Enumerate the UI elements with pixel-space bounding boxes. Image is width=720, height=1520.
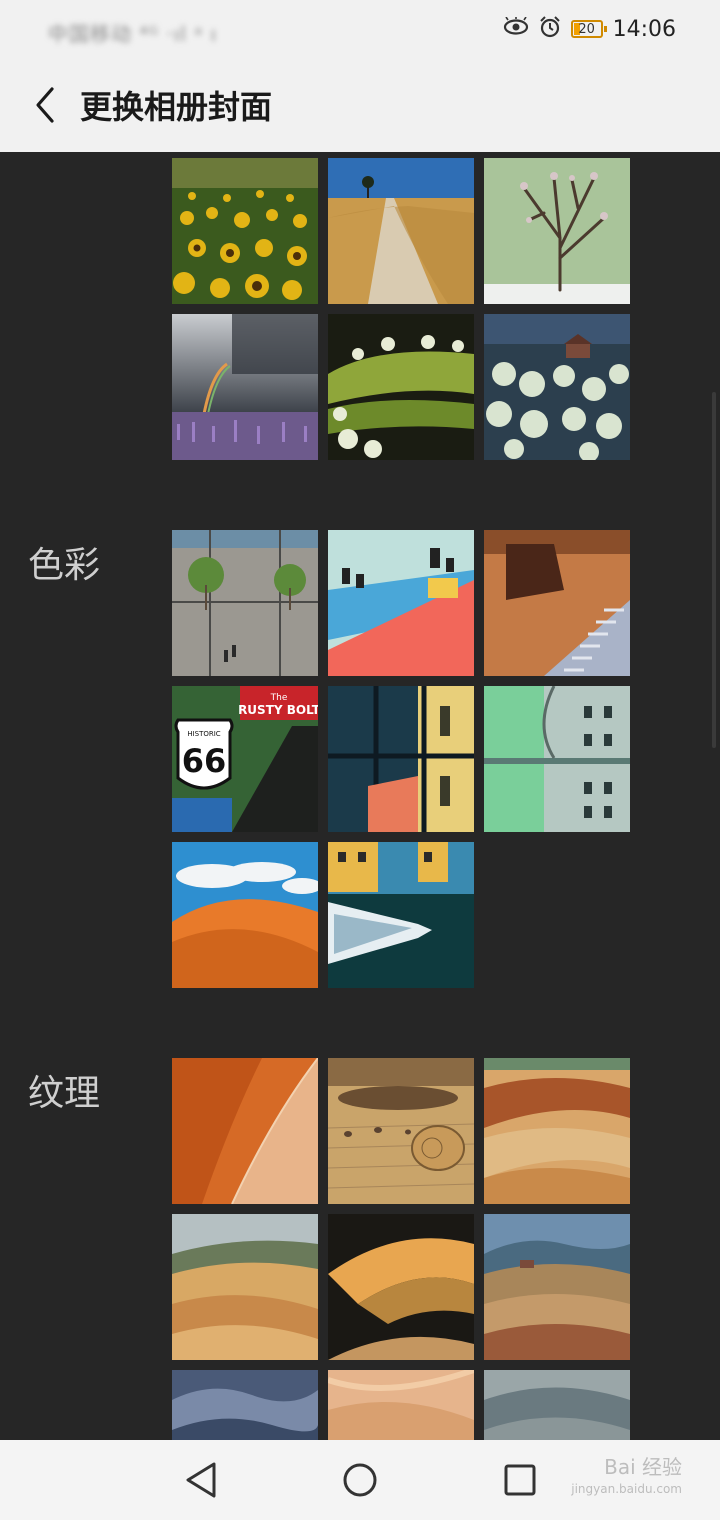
cover-thumb-orange-dune[interactable] <box>172 842 318 988</box>
scrollbar[interactable] <box>712 392 716 748</box>
alarm-icon <box>539 16 561 42</box>
cover-thumb-rolling-fields[interactable] <box>484 1058 630 1204</box>
battery-level: 20 <box>578 21 595 37</box>
battery-icon: 20 <box>570 20 607 38</box>
cover-thumb-boat-canal[interactable] <box>328 842 474 988</box>
cover-thumb-farmhouse-hills[interactable] <box>484 1214 630 1360</box>
watermark: Bai 经验 jingyan.baidu.com <box>571 1456 682 1500</box>
cover-thumb-rainbow-lupines[interactable] <box>172 314 318 460</box>
cover-thumb-sunflower-field[interactable] <box>172 158 318 304</box>
cover-thumb-route-66-sign[interactable]: The RUSTY BOLT 66 HISTORIC <box>172 686 318 832</box>
section-label-texture: 纹理 <box>28 1073 101 1114</box>
svg-text:HISTORIC: HISTORIC <box>187 730 220 738</box>
nav-recent-icon <box>504 1464 536 1496</box>
nav-back-icon <box>186 1462 216 1498</box>
cover-thumb-mint-building[interactable] <box>484 686 630 832</box>
watermark-url: jingyan.baidu.com <box>571 1482 682 1496</box>
cover-thumb-tuscany-fields[interactable] <box>172 1214 318 1360</box>
cover-thumb-colored-rooftops[interactable] <box>328 530 474 676</box>
section-label-color: 色彩 <box>28 545 101 586</box>
watermark-brand: Bai 经验 <box>604 1455 682 1479</box>
back-button[interactable] <box>22 80 66 130</box>
cover-thumb-plaza-trees[interactable] <box>172 530 318 676</box>
svg-text:The: The <box>270 693 288 703</box>
svg-text:66: 66 <box>182 742 227 780</box>
chevron-left-icon <box>36 87 54 123</box>
cover-thumb-hay-bale[interactable] <box>328 1058 474 1204</box>
cover-thumb-hillside-house[interactable] <box>484 314 630 460</box>
system-nav-bar: Bai 经验 jingyan.baidu.com <box>0 1440 720 1520</box>
svg-text:RUSTY BOLT: RUSTY BOLT <box>238 703 318 717</box>
cover-thumb-orange-stairs[interactable] <box>484 530 630 676</box>
carrier-info: 中国移动 ⁴ᴳ ·ıl ᵃ ı <box>48 22 218 46</box>
cover-thumb-bare-tree[interactable] <box>484 158 630 304</box>
status-time: 14:06 <box>612 16 676 42</box>
cover-thumb-country-road[interactable] <box>328 158 474 304</box>
nav-recent-button[interactable] <box>495 1458 545 1502</box>
cover-thumb-green-hills[interactable] <box>328 314 474 460</box>
eye-icon <box>503 16 529 41</box>
page-title: 更换相册封面 <box>80 88 273 126</box>
status-bar: 中国移动 ⁴ᴳ ·ıl ᵃ ı 20 14:06 <box>0 0 720 58</box>
cover-thumb-dark-dune[interactable] <box>328 1214 474 1360</box>
nav-back-button[interactable] <box>176 1458 226 1502</box>
cover-thumb-window-reflection[interactable] <box>328 686 474 832</box>
nav-home-button[interactable] <box>335 1458 385 1502</box>
nav-home-icon <box>343 1463 377 1497</box>
cover-thumb-dune-ridge[interactable] <box>172 1058 318 1204</box>
app-bar: 更换相册封面 <box>0 58 720 152</box>
